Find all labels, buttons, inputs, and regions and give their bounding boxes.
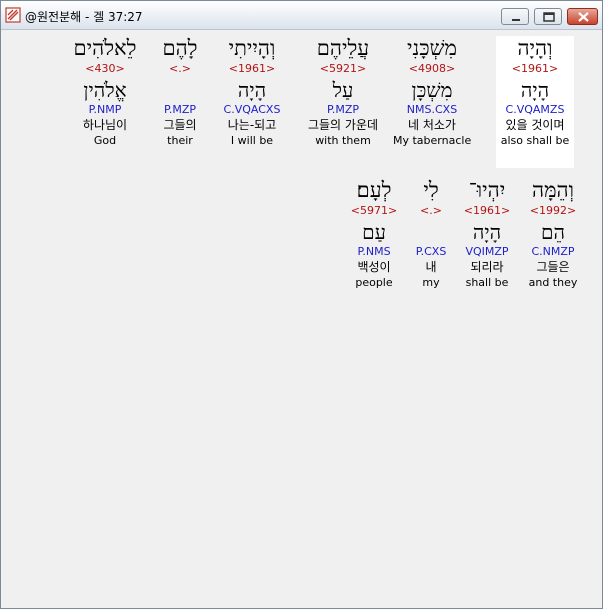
english-gloss: my — [422, 276, 440, 289]
close-icon — [578, 12, 589, 22]
morphology-code: P.NMP — [88, 103, 122, 116]
hebrew-word: יִהְיוּ־ — [468, 178, 506, 202]
strong-number[interactable]: <1961> — [496, 62, 574, 78]
strong-number[interactable]: <1961> — [454, 204, 520, 220]
strong-number[interactable]: <.> — [403, 204, 459, 220]
word-cell[interactable]: לֵאלֹהִים <430> אֱלֹהִין P.NMP 하나님이 God — [63, 36, 147, 148]
lemma: הֵם — [541, 220, 565, 244]
korean-gloss: 하나님이 — [82, 118, 128, 132]
hebrew-word: מִשְׁכָּנִי — [407, 36, 457, 60]
korean-gloss: 되리라 — [470, 260, 504, 274]
strong-number[interactable]: <.> — [145, 62, 215, 78]
morphology-code: NMS.CXS — [406, 103, 458, 116]
word-cell[interactable]: יִהְיוּ־ <1961> הָיָה VQIMZP 되리라 shall b… — [454, 178, 520, 290]
english-gloss: shall be — [465, 276, 509, 289]
english-gloss: people — [355, 276, 393, 289]
minimize-button[interactable] — [501, 8, 529, 25]
strong-number[interactable]: <5921> — [287, 62, 399, 78]
english-gloss: also shall be — [500, 134, 570, 147]
title-bar[interactable]: @원전분해 - 겔 37:27 — [1, 1, 602, 30]
strong-number[interactable]: <430> — [63, 62, 147, 78]
korean-gloss: 그들의 가운데 — [307, 118, 379, 132]
word-cell[interactable]: וְהָיָה <1961> הָיָה C.VQAMZS 있을 것이며 als… — [496, 36, 574, 168]
word-cell[interactable]: לִי <.> P.CXS 내 my — [403, 178, 459, 290]
english-gloss: My tabernacle — [393, 134, 472, 147]
lemma: הָיָה — [237, 78, 267, 102]
strong-number[interactable]: <4908> — [393, 62, 471, 78]
word-cell[interactable]: וְהָיִיתִי <1961> הָיָה C.VQACXS 나는-되고 I… — [213, 36, 291, 148]
morphology-code: VQIMZP — [465, 245, 509, 258]
word-cell[interactable]: וְהֵמָּה <1992> הֵם C.NMZP 그들은 and they — [518, 178, 588, 290]
korean-gloss: 백성이 — [357, 260, 391, 274]
morphology-code: C.VQACXS — [223, 103, 281, 116]
word-cell[interactable]: לָהֶם <.> P.MZP 그들의 their — [145, 36, 215, 148]
strong-number[interactable]: <1961> — [213, 62, 291, 78]
strong-number[interactable]: <1992> — [518, 204, 588, 220]
korean-gloss: 그들은 — [536, 260, 570, 274]
morphology-code: P.MZP — [326, 103, 360, 116]
korean-gloss: 있을 것이며 — [505, 118, 565, 132]
lemma: אֱלֹהִין — [83, 78, 127, 102]
morphology-code: P.CXS — [415, 245, 447, 258]
korean-gloss: 내 — [425, 260, 437, 274]
lemma — [403, 220, 459, 245]
close-button[interactable] — [567, 8, 598, 25]
maximize-button[interactable] — [534, 8, 562, 25]
lemma: עַם — [362, 220, 386, 244]
morphology-code: P.MZP — [163, 103, 197, 116]
strong-number[interactable]: <5971> — [341, 204, 407, 220]
korean-gloss: 네 처소가 — [408, 118, 456, 132]
app-window: @원전분해 - 겔 37:27 וְהָיָה <1961> הָיָה C.V… — [0, 0, 603, 609]
minimize-icon — [512, 19, 520, 21]
lemma — [145, 78, 215, 103]
word-cell[interactable]: לְעָם׃ <5971> עַם P.NMS 백성이 people — [341, 178, 407, 290]
word-cell[interactable]: עֲלֵיהֶם <5921> עַל P.MZP 그들의 가운데 with t… — [287, 36, 399, 148]
hebrew-word: עֲלֵיהֶם — [316, 36, 370, 60]
korean-gloss: 그들의 — [163, 118, 197, 132]
morphology-code: P.NMS — [357, 245, 391, 258]
lemma: מִשְׁכָּן — [411, 78, 453, 102]
window-title: @원전분해 - 겔 37:27 — [25, 10, 143, 24]
english-gloss: their — [167, 134, 193, 147]
hebrew-word: לֵאלֹהִים — [73, 36, 137, 60]
hebrew-word: לָהֶם — [162, 36, 198, 60]
word-cell[interactable]: מִשְׁכָּנִי <4908> מִשְׁכָּן NMS.CXS 네 처… — [393, 36, 471, 148]
hebrew-word: וְהֵמָּה — [532, 178, 574, 202]
lemma: הָיָה — [520, 78, 550, 102]
maximize-icon — [543, 12, 555, 22]
english-gloss: I will be — [230, 134, 274, 147]
lemma: הָיָה — [472, 220, 502, 244]
hebrew-word: וְהָיִיתִי — [228, 36, 276, 60]
hebrew-word: וְהָיָה — [517, 36, 553, 60]
korean-gloss: 나는-되고 — [227, 118, 277, 132]
english-gloss: God — [93, 134, 117, 147]
english-gloss: and they — [528, 276, 578, 289]
app-icon[interactable] — [5, 7, 21, 23]
hebrew-word: לְעָם׃ — [356, 178, 392, 202]
morphology-code: C.NMZP — [531, 245, 575, 258]
interlinear-view[interactable]: וְהָיָה <1961> הָיָה C.VQAMZS 있을 것이며 als… — [3, 31, 600, 606]
morphology-code: C.VQAMZS — [505, 103, 565, 116]
lemma: עַל — [332, 78, 354, 102]
english-gloss: with them — [315, 134, 371, 147]
hebrew-word: לִי — [423, 178, 439, 202]
